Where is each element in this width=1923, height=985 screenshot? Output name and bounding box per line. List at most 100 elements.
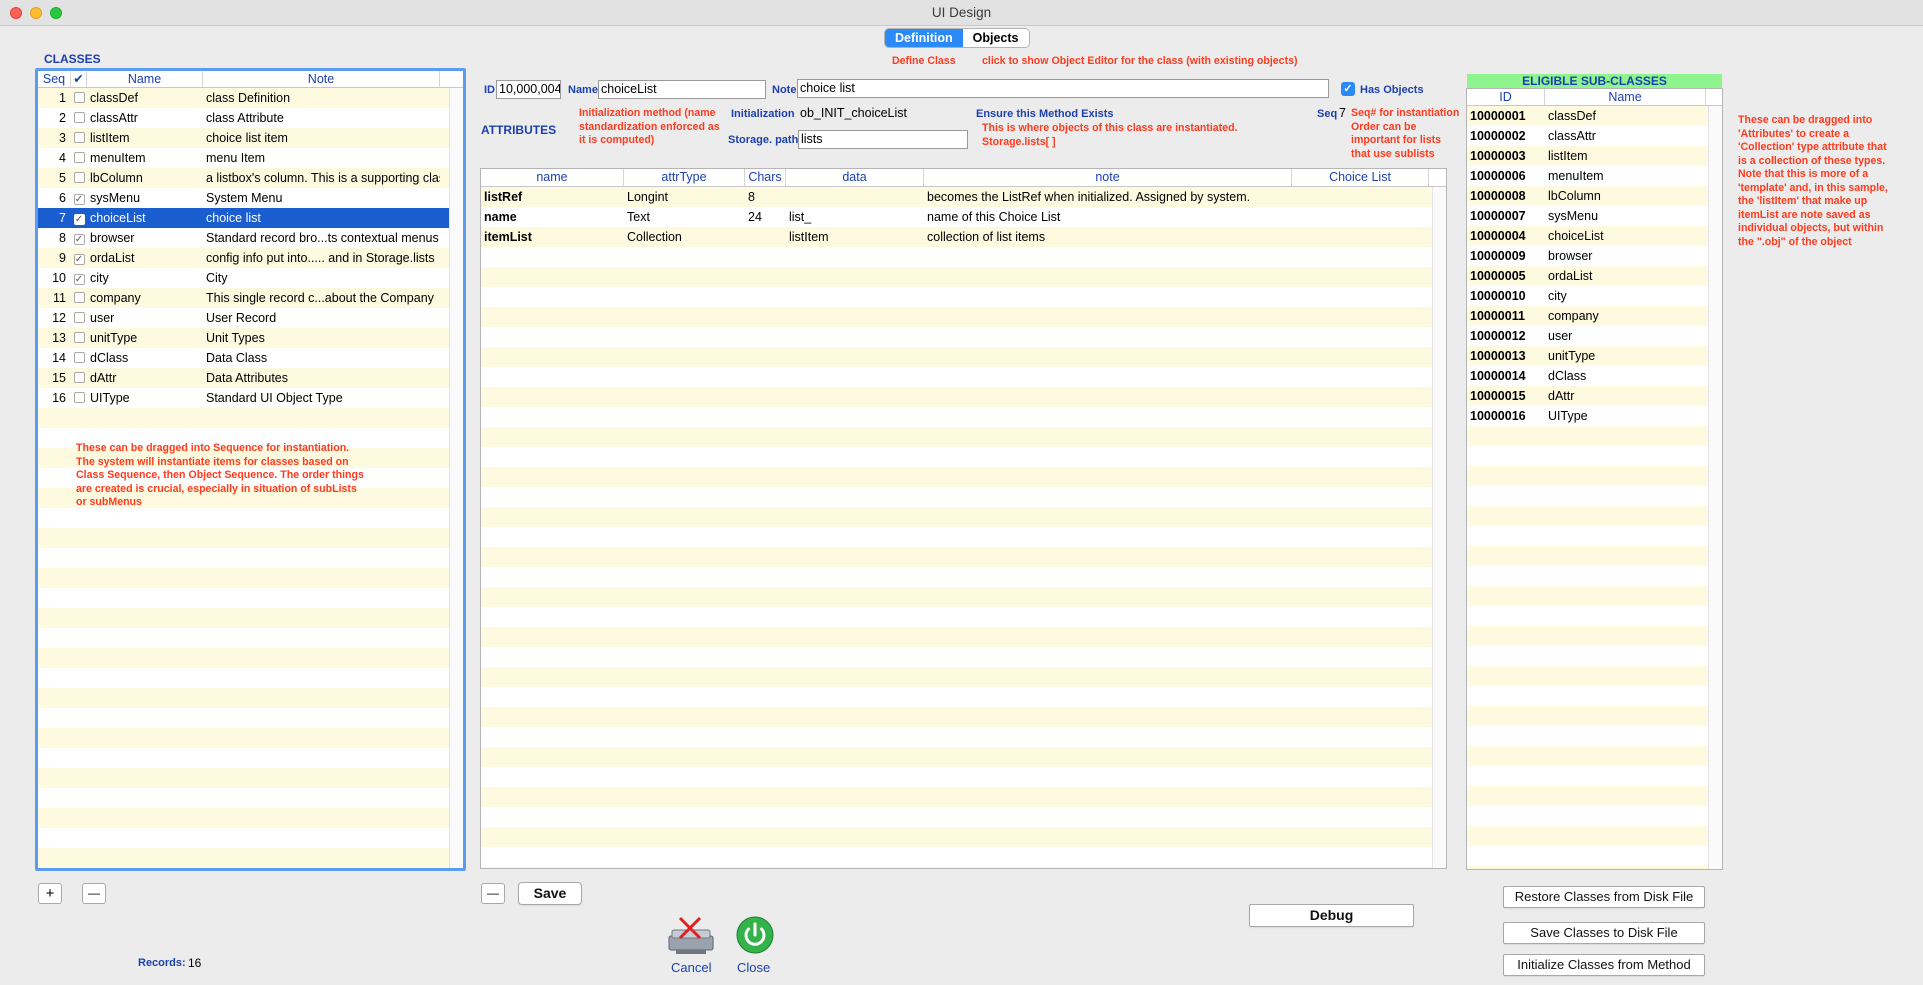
- class-checkbox[interactable]: ✓: [73, 214, 85, 225]
- subclass-id-header[interactable]: ID: [1467, 89, 1545, 105]
- class-row[interactable]: 5 lbColumn a listbox's column. This is a s…: [38, 168, 449, 188]
- zoom-window-icon[interactable]: [50, 7, 62, 19]
- class-checkbox[interactable]: [73, 372, 85, 383]
- class-checkbox[interactable]: ✓: [73, 274, 85, 285]
- subclass-row[interactable]: 10000014 dClass: [1467, 366, 1708, 386]
- note-field[interactable]: choice list: [797, 79, 1329, 98]
- class-row[interactable]: 15 dAttr Data Attributes: [38, 368, 449, 388]
- subclass-row[interactable]: 10000012 user: [1467, 326, 1708, 346]
- name-field[interactable]: choiceList: [598, 80, 766, 99]
- subclass-row[interactable]: 10000009 browser: [1467, 246, 1708, 266]
- class-row[interactable]: 9 ✓ ordaList config info put into..... and …: [38, 248, 449, 268]
- class-row[interactable]: 11 company This single record c...about th…: [38, 288, 449, 308]
- class-name: company: [90, 291, 141, 305]
- attribute-row[interactable]: listRef Longint 8 becomes the ListRef when …: [481, 187, 1432, 207]
- close-label[interactable]: Close: [737, 960, 770, 975]
- class-row[interactable]: 2 classAttr class Attribute: [38, 108, 449, 128]
- save-button[interactable]: Save: [518, 882, 582, 905]
- storage-path-field[interactable]: lists: [798, 130, 968, 149]
- subclasses-listbox[interactable]: ID Name 10000001 classDef 10000002 classAtt…: [1466, 88, 1723, 870]
- class-checkbox[interactable]: ✓: [73, 234, 85, 245]
- class-checkbox[interactable]: ✓: [73, 194, 85, 205]
- class-row[interactable]: 16 UIType Standard UI Object Type: [38, 388, 449, 408]
- initialize-classes-button[interactable]: Initialize Classes from Method: [1503, 954, 1705, 976]
- subclass-row[interactable]: 10000001 classDef: [1467, 106, 1708, 126]
- subclass-row[interactable]: 10000003 listItem: [1467, 146, 1708, 166]
- class-checkbox[interactable]: [73, 152, 85, 163]
- class-row[interactable]: 3 listItem choice list item: [38, 128, 449, 148]
- attributes-scrollbar[interactable]: [1432, 187, 1446, 868]
- define-class-hint: Define Class: [892, 55, 956, 67]
- subclass-row[interactable]: 10000016 UIType: [1467, 406, 1708, 426]
- classes-scrollbar[interactable]: [449, 88, 463, 868]
- class-row[interactable]: 10 ✓ city City: [38, 268, 449, 288]
- name-column-header[interactable]: Name: [87, 71, 203, 87]
- id-field[interactable]: 10,000,004: [496, 80, 561, 99]
- class-checkbox-cell: [71, 308, 87, 328]
- subclass-row[interactable]: 10000013 unitType: [1467, 346, 1708, 366]
- class-row[interactable]: 1 classDef class Definition: [38, 88, 449, 108]
- attribute-row[interactable]: itemList Collection listItem collection of …: [481, 227, 1432, 247]
- power-icon[interactable]: [736, 916, 774, 954]
- tab-objects[interactable]: Objects: [962, 29, 1029, 47]
- remove-attribute-button[interactable]: —: [481, 883, 505, 904]
- subclasses-scrollbar[interactable]: [1708, 106, 1722, 869]
- remove-class-button[interactable]: —: [82, 883, 106, 904]
- attribute-row[interactable]: name Text 24 list_ name of this Choice List: [481, 207, 1432, 227]
- class-checkbox[interactable]: [73, 332, 85, 343]
- class-row[interactable]: 7 ✓ choiceList choice list: [38, 208, 449, 228]
- note-column-header[interactable]: Note: [203, 71, 440, 87]
- attr-chars-header[interactable]: Chars: [745, 169, 786, 186]
- class-note: Data Class: [206, 351, 268, 365]
- class-row[interactable]: 4 menuItem menu Item: [38, 148, 449, 168]
- tab-definition[interactable]: Definition: [885, 29, 963, 47]
- subclass-row[interactable]: 10000006 menuItem: [1467, 166, 1708, 186]
- class-name: sysMenu: [90, 191, 141, 205]
- subclass-name: classDef: [1548, 109, 1596, 123]
- class-checkbox[interactable]: [73, 392, 85, 403]
- subclass-row[interactable]: 10000002 classAttr: [1467, 126, 1708, 146]
- class-row[interactable]: 12 user User Record: [38, 308, 449, 328]
- close-window-icon[interactable]: [10, 7, 22, 19]
- subclass-row[interactable]: 10000005 ordaList: [1467, 266, 1708, 286]
- attr-choice-header[interactable]: Choice List: [1292, 169, 1429, 186]
- class-row[interactable]: 14 dClass Data Class: [38, 348, 449, 368]
- seq-column-header[interactable]: Seq: [38, 71, 71, 87]
- check-column-header[interactable]: ✔: [71, 71, 87, 87]
- class-checkbox-cell: ✓: [71, 228, 87, 248]
- restore-classes-button[interactable]: Restore Classes from Disk File: [1503, 886, 1705, 908]
- subclass-id: 10000016: [1470, 409, 1526, 423]
- class-checkbox[interactable]: [73, 352, 85, 363]
- class-checkbox[interactable]: [73, 312, 85, 323]
- class-checkbox[interactable]: [73, 112, 85, 123]
- class-row[interactable]: 8 ✓ browser Standard record bro...ts contex…: [38, 228, 449, 248]
- has-objects-checkbox[interactable]: ✓: [1341, 82, 1355, 96]
- subclass-row[interactable]: 10000011 company: [1467, 306, 1708, 326]
- save-classes-button[interactable]: Save Classes to Disk File: [1503, 922, 1705, 944]
- subclass-row[interactable]: 10000015 dAttr: [1467, 386, 1708, 406]
- subclass-row[interactable]: 10000007 sysMenu: [1467, 206, 1708, 226]
- subclass-row[interactable]: 10000010 city: [1467, 286, 1708, 306]
- add-class-button[interactable]: +: [38, 883, 62, 904]
- attr-note-header[interactable]: note: [924, 169, 1292, 186]
- class-row[interactable]: 13 unitType Unit Types: [38, 328, 449, 348]
- class-checkbox[interactable]: [73, 172, 85, 183]
- cancel-label[interactable]: Cancel: [671, 960, 711, 975]
- cancel-icon[interactable]: [666, 916, 716, 960]
- subclass-row[interactable]: 10000004 choiceList: [1467, 226, 1708, 246]
- class-row[interactable]: 6 ✓ sysMenu System Menu: [38, 188, 449, 208]
- attr-name-header[interactable]: name: [481, 169, 624, 186]
- attributes-table[interactable]: name attrType Chars data note Choice Lis…: [480, 168, 1447, 869]
- subclass-row[interactable]: 10000008 lbColumn: [1467, 186, 1708, 206]
- class-checkbox[interactable]: [73, 292, 85, 303]
- initialization-value: ob_INIT_choiceList: [800, 106, 908, 120]
- subclass-name-header[interactable]: Name: [1545, 89, 1706, 105]
- minimize-window-icon[interactable]: [30, 7, 42, 19]
- class-checkbox[interactable]: [73, 92, 85, 103]
- tab-bar: Definition Objects: [884, 28, 1030, 48]
- attr-type-header[interactable]: attrType: [624, 169, 745, 186]
- class-checkbox[interactable]: ✓: [73, 254, 85, 265]
- attr-data-header[interactable]: data: [786, 169, 924, 186]
- class-checkbox[interactable]: [73, 132, 85, 143]
- debug-button[interactable]: Debug: [1249, 904, 1414, 927]
